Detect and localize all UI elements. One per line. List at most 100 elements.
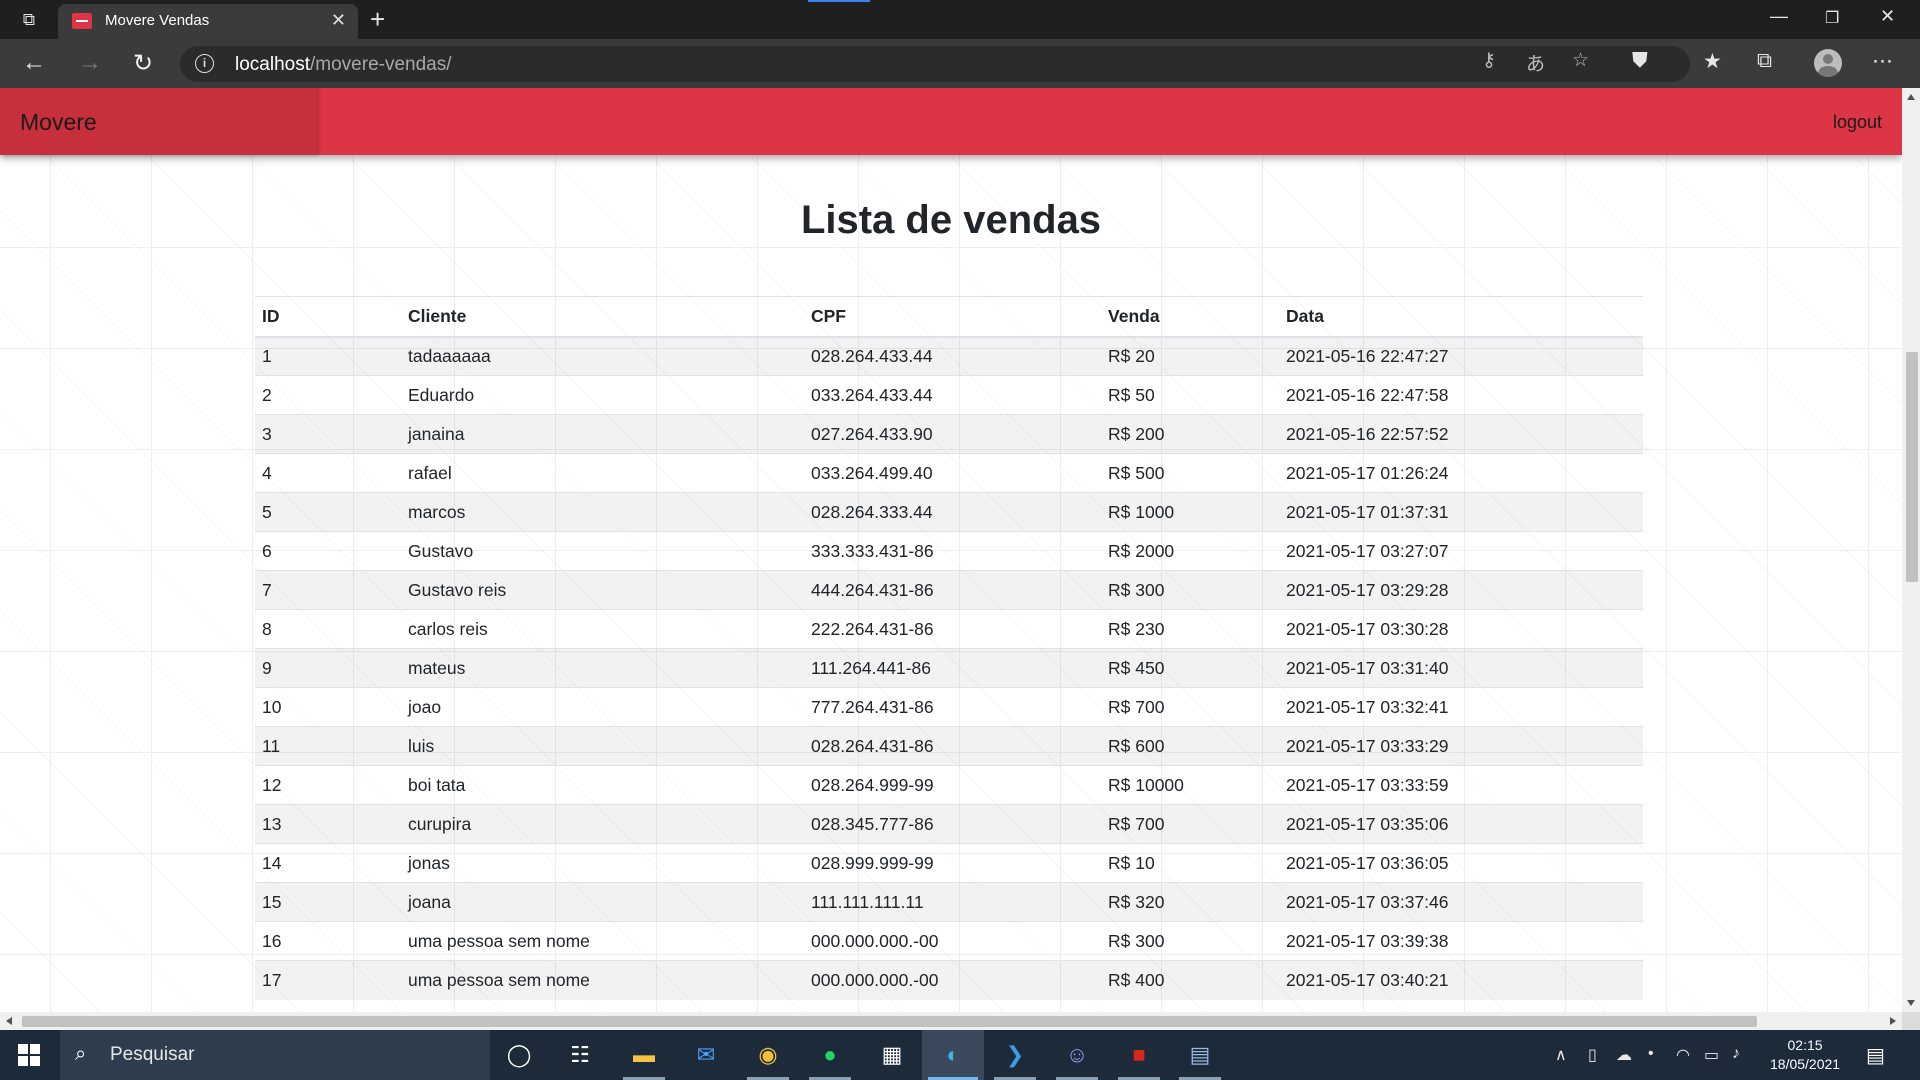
cell-cpf: 444.264.431-86: [804, 570, 1101, 610]
site-favicon-icon: [72, 13, 92, 29]
microphone-icon[interactable]: •: [1648, 1045, 1654, 1063]
browser-tab[interactable]: Movere Vendas ✕: [58, 4, 358, 39]
wifi-icon[interactable]: ◠: [1676, 1045, 1690, 1065]
cell-cliente: Gustavo: [401, 531, 804, 571]
cell-venda: R$ 320: [1101, 882, 1279, 922]
tab-actions-icon[interactable]: ⧉: [18, 9, 40, 31]
filezilla-icon[interactable]: ■: [1118, 1038, 1160, 1080]
cell-cliente: uma pessoa sem nome: [401, 960, 804, 1000]
scroll-right-icon[interactable]: [1890, 1017, 1896, 1025]
notepad-icon[interactable]: ▤: [1179, 1038, 1221, 1080]
brand[interactable]: Movere: [0, 88, 317, 155]
cell-cpf: 028.264.333.44: [804, 492, 1101, 532]
spotify-icon[interactable]: ●: [809, 1038, 851, 1080]
vertical-scroll-thumb[interactable]: [1906, 352, 1918, 582]
search-placeholder: Pesquisar: [110, 1044, 195, 1065]
cell-venda: R$ 230: [1101, 609, 1279, 649]
cell-cliente: jonas: [401, 843, 804, 883]
close-tab-icon[interactable]: ✕: [331, 10, 346, 31]
edge-icon[interactable]: ◐: [928, 1038, 978, 1080]
taskbar: ⌕ Pesquisar ◯ ☷ ▬ ✉ ◉ ● ▦ ◐ ❯ ☺ ■ ▤ ∧ ▯ …: [0, 1030, 1920, 1080]
address-url[interactable]: localhost/movere-vendas/: [235, 54, 452, 76]
cell-venda: R$ 200: [1101, 414, 1279, 454]
volume-icon[interactable]: ♪: [1732, 1045, 1740, 1063]
scroll-left-icon[interactable]: [6, 1017, 12, 1025]
cell-venda: R$ 700: [1101, 804, 1279, 844]
search-icon: ⌕: [75, 1043, 87, 1065]
favorites-icon[interactable]: ★: [1703, 49, 1722, 74]
column-header-cpf: CPF: [804, 296, 1101, 338]
scroll-up-icon[interactable]: [1907, 94, 1915, 100]
back-icon[interactable]: ←: [22, 49, 46, 77]
more-options-icon[interactable]: ⋯: [1872, 49, 1893, 74]
cell-cpf: 333.333.431-86: [804, 531, 1101, 571]
table-row: 8 carlos reis 222.264.431-86 R$ 230 2021-05-…: [255, 609, 1643, 649]
cell-cliente: marcos: [401, 492, 804, 532]
cell-cpf: 028.345.777-86: [804, 804, 1101, 844]
cell-cliente: luis: [401, 726, 804, 766]
cell-data: 2021-05-17 03:40:21: [1279, 960, 1643, 1000]
task-view-icon[interactable]: ☷: [563, 1038, 597, 1072]
cell-data: 2021-05-17 03:31:40: [1279, 648, 1643, 688]
cell-cliente: rafael: [401, 453, 804, 493]
table-row: 7 Gustavo reis 444.264.431-86 R$ 300 2021-05…: [255, 570, 1643, 610]
restore-icon[interactable]: ❐: [1825, 8, 1839, 28]
table-row: 2 Eduardo 033.264.433.44 R$ 50 2021-05-16 22…: [255, 375, 1643, 415]
cell-data: 2021-05-17 03:27:07: [1279, 531, 1643, 571]
onedrive-icon[interactable]: ☁: [1616, 1045, 1632, 1065]
cell-cliente: carlos reis: [401, 609, 804, 649]
scrollbar-corner: [1902, 1012, 1920, 1030]
cell-cpf: 028.264.433.44: [804, 336, 1101, 376]
mail-icon[interactable]: ✉: [689, 1038, 723, 1072]
app-header: Movere logout: [0, 88, 1902, 155]
horizontal-scrollbar[interactable]: [0, 1012, 1902, 1030]
cell-id: 7: [255, 570, 401, 610]
site-info-icon[interactable]: i: [195, 54, 214, 73]
file-explorer-icon[interactable]: ▬: [623, 1038, 665, 1080]
close-window-icon[interactable]: ✕: [1880, 6, 1895, 27]
cell-venda: R$ 50: [1101, 375, 1279, 415]
scroll-down-icon[interactable]: [1907, 1000, 1915, 1006]
cell-id: 13: [255, 804, 401, 844]
cell-venda: R$ 700: [1101, 687, 1279, 727]
cell-id: 8: [255, 609, 401, 649]
battery-icon[interactable]: ▭: [1704, 1045, 1719, 1065]
vertical-scrollbar[interactable]: [1902, 88, 1920, 1012]
address-bar[interactable]: i localhost/movere-vendas/: [180, 46, 1690, 82]
cell-id: 17: [255, 960, 401, 1000]
page-title: Lista de vendas: [800, 198, 1102, 242]
logout-link[interactable]: logout: [1833, 112, 1882, 133]
windows-start-icon[interactable]: [18, 1044, 40, 1066]
horizontal-scroll-thumb[interactable]: [22, 1016, 1757, 1027]
table-row: 6 Gustavo 333.333.431-86 R$ 2000 2021-05-17 …: [255, 531, 1643, 571]
show-hidden-icons-icon[interactable]: ∧: [1555, 1045, 1567, 1065]
table-row: 14 jonas 028.999.999-99 R$ 10 2021-05-17 03:…: [255, 843, 1643, 883]
cell-id: 2: [255, 375, 401, 415]
chrome-icon[interactable]: ◉: [747, 1038, 789, 1080]
refresh-icon[interactable]: ↻: [133, 49, 153, 78]
shield-icon[interactable]: ⛊: [1632, 49, 1648, 73]
new-tab-button[interactable]: +: [370, 4, 385, 35]
cell-id: 6: [255, 531, 401, 571]
cortana-icon[interactable]: ◯: [502, 1038, 536, 1072]
taskbar-search[interactable]: ⌕ Pesquisar: [60, 1030, 490, 1080]
browser-toolbar: ← → ↻ i localhost/movere-vendas/ ⚷ あ ☆ ⛊…: [0, 39, 1920, 88]
minimize-icon[interactable]: —: [1770, 6, 1788, 27]
vscode-icon[interactable]: ❯: [994, 1038, 1036, 1080]
add-favorite-icon[interactable]: ☆: [1572, 49, 1589, 72]
collections-icon[interactable]: ⧉: [1757, 49, 1772, 73]
column-header-venda: Venda: [1101, 296, 1279, 338]
cell-data: 2021-05-17 03:37:46: [1279, 882, 1643, 922]
cell-id: 9: [255, 648, 401, 688]
store-icon[interactable]: ▦: [875, 1038, 909, 1072]
cell-data: 2021-05-17 03:30:28: [1279, 609, 1643, 649]
discord-icon[interactable]: ☺: [1056, 1038, 1098, 1080]
profile-avatar[interactable]: [1814, 49, 1842, 77]
taskbar-clock[interactable]: 02:15 18/05/2021: [1770, 1036, 1840, 1074]
device-icon[interactable]: ▯: [1588, 1045, 1597, 1065]
translate-icon[interactable]: あ: [1526, 49, 1545, 76]
cell-cpf: 028.264.431-86: [804, 726, 1101, 766]
forward-icon[interactable]: →: [78, 49, 102, 77]
notifications-icon[interactable]: ▤: [1866, 1043, 1885, 1068]
key-icon[interactable]: ⚷: [1482, 49, 1496, 72]
